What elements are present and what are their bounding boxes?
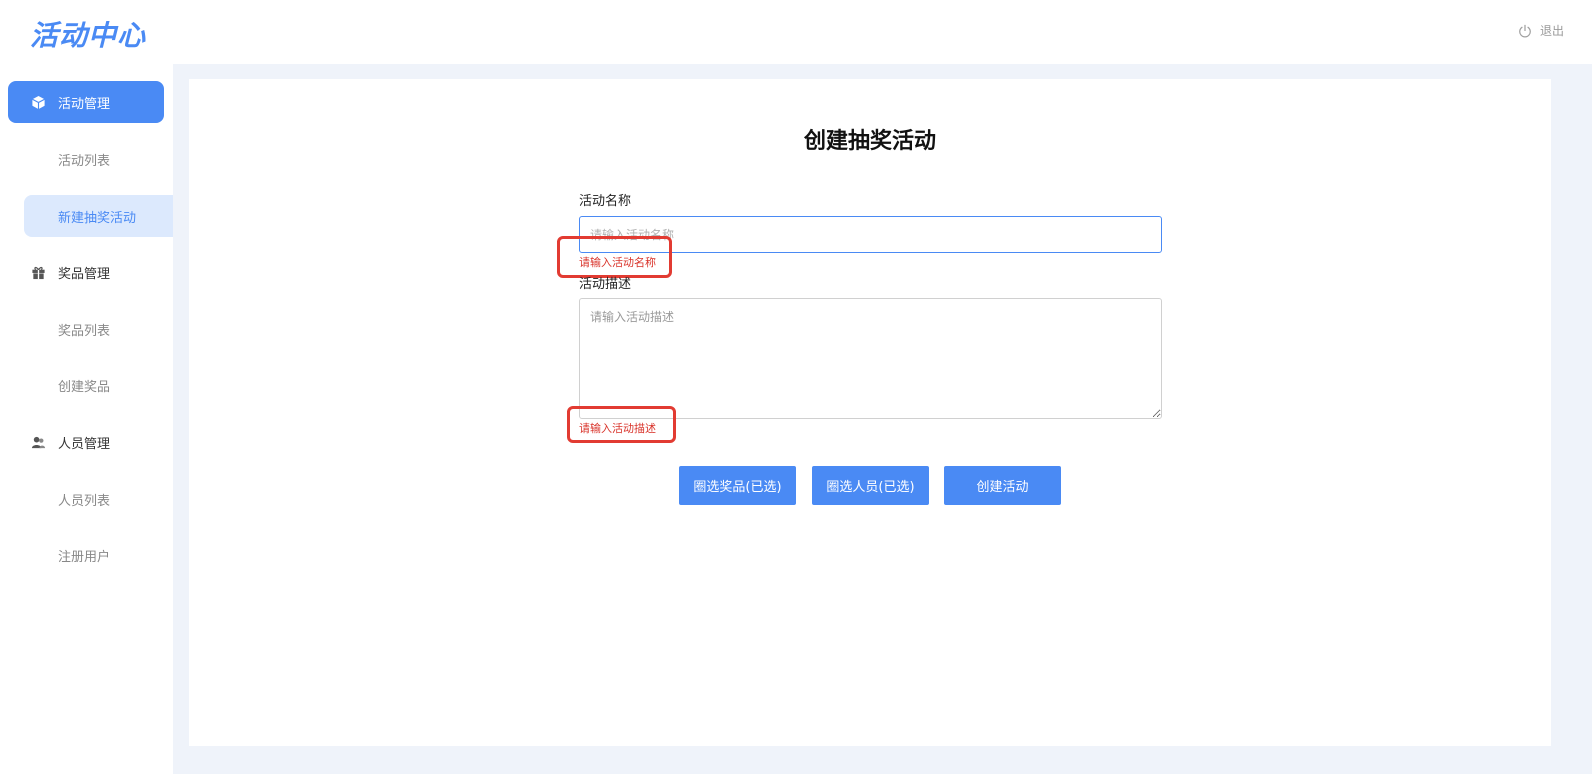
select-prizes-button[interactable]: 圈选奖品(已选) — [679, 466, 796, 505]
select-people-button[interactable]: 圈选人员(已选) — [812, 466, 929, 505]
sidebar-group-label: 人员管理 — [58, 436, 111, 452]
activity-desc-textarea[interactable] — [579, 298, 1162, 419]
sidebar-item-register-user[interactable]: 注册用户 — [24, 534, 173, 576]
sidebar-group-label: 活动管理 — [58, 96, 111, 112]
sidebar: 活动管理 活动列表 新建抽奖活动 奖品管理 奖品列表 创建奖品 人员管理 人员列… — [0, 64, 173, 774]
sidebar-item-people-list[interactable]: 人员列表 — [24, 478, 173, 520]
cube-icon — [30, 94, 46, 110]
top-bar: 活动中心 退出 — [0, 0, 1592, 64]
sidebar-group-label: 奖品管理 — [58, 266, 111, 282]
logout-label: 退出 — [1539, 24, 1564, 38]
app-logo: 活动中心 — [30, 19, 147, 52]
activity-desc-label: 活动描述 — [579, 277, 632, 292]
error-highlight-box — [557, 236, 672, 278]
page-title: 创建抽奖活动 — [803, 129, 936, 154]
sidebar-group-activity[interactable]: 活动管理 — [8, 81, 164, 123]
create-activity-button[interactable]: 创建活动 — [944, 466, 1061, 505]
users-icon — [30, 434, 46, 450]
sidebar-item-create-prize[interactable]: 创建奖品 — [24, 364, 173, 406]
power-icon — [1519, 24, 1531, 37]
sidebar-item-new-lottery[interactable]: 新建抽奖活动 — [24, 195, 173, 237]
activity-name-label: 活动名称 — [579, 194, 632, 209]
logout-button[interactable]: 退出 — [1518, 22, 1564, 39]
sidebar-group-people[interactable]: 人员管理 — [8, 421, 164, 463]
error-highlight-box — [567, 406, 676, 443]
gift-icon — [30, 264, 46, 280]
sidebar-group-prizes[interactable]: 奖品管理 — [8, 251, 164, 293]
form-card: 创建抽奖活动 活动名称 请输入活动名称 活动描述 请输入活动描述 圈选奖品(已选… — [189, 79, 1551, 746]
sidebar-item-activity-list[interactable]: 活动列表 — [24, 138, 173, 180]
sidebar-item-prize-list[interactable]: 奖品列表 — [24, 308, 173, 350]
